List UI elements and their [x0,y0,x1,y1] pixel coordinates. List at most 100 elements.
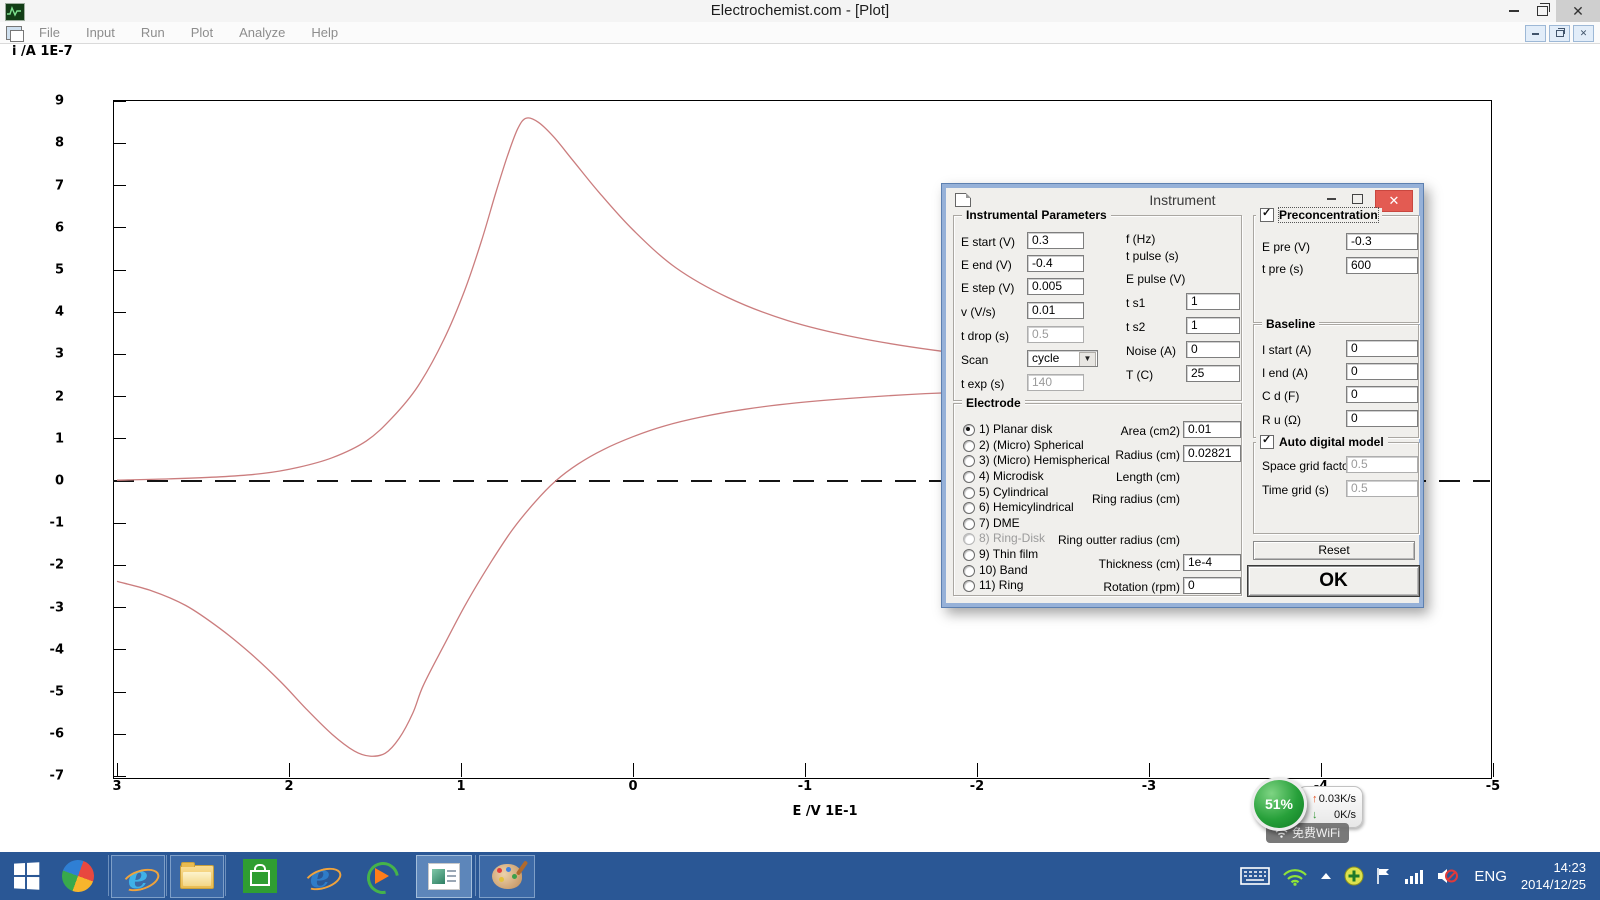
field-label: t pulse (s) [1126,248,1179,264]
t-pre-input[interactable]: 600 [1346,257,1418,274]
radio-cylindrical[interactable] [963,487,975,499]
field-label: t s1 [1126,295,1145,311]
taskbar-360-browser-icon[interactable] [58,852,98,900]
taskbar-ie-desktop-icon[interactable]: e [298,852,342,900]
dialog-maximize-button[interactable] [1345,190,1369,208]
radio-dme[interactable] [963,518,975,530]
group-title: Auto digital model [1279,435,1384,449]
wifi-status-icon[interactable] [1282,866,1308,886]
ru-input[interactable]: 0 [1346,410,1418,427]
i-end-input[interactable]: 0 [1346,363,1418,380]
field-label: T (C) [1126,367,1153,383]
time-grid-input[interactable]: 0.5 [1346,480,1418,497]
dialog-minimize-button[interactable] [1319,190,1343,208]
e-step-input[interactable]: 0.005 [1027,278,1084,295]
radio-ring[interactable] [963,580,975,592]
i-start-input[interactable]: 0 [1346,340,1418,357]
temperature-input[interactable]: 25 [1186,365,1240,382]
download-arrow-icon: ↓ [1312,807,1318,823]
touch-keyboard-icon[interactable] [1240,866,1270,886]
group-title: Instrumental Parameters [962,208,1111,222]
time: 14:23 [1521,859,1586,876]
download-speed: 0K/s [1334,807,1356,823]
radius-input[interactable]: 0.02821 [1183,445,1241,462]
t-exp-input[interactable]: 140 [1027,374,1084,391]
scan-rate-input[interactable]: 0.01 [1027,302,1084,319]
scan-mode-dropdown[interactable]: cycle ▼ [1027,350,1098,367]
field-label: E step (V) [961,280,1014,296]
start-button[interactable] [6,852,46,900]
rotation-input[interactable]: 0 [1183,577,1241,594]
memory-usage-ball[interactable]: 51% [1251,777,1307,831]
radio-micro-spherical[interactable] [963,440,975,452]
cd-input[interactable]: 0 [1346,386,1418,403]
field-label: E pulse (V) [1126,271,1185,287]
radio-thin-film[interactable] [963,549,975,561]
field-label: C d (F) [1262,388,1299,404]
field-label: Thickness (cm) [1014,556,1180,572]
radio-ring-disk [963,533,975,545]
field-label: E start (V) [961,234,1015,250]
reset-button[interactable]: Reset [1253,541,1415,560]
field-label: t drop (s) [961,328,1009,344]
t-s1-input[interactable]: 1 [1186,293,1240,310]
radio-band[interactable] [963,565,975,577]
field-label: Radius (cm) [1014,447,1180,463]
upload-speed: 0.03K/s [1319,791,1356,807]
group-baseline: Baseline I start (A) 0 I end (A) 0 C d (… [1253,324,1419,438]
radio-label: 7) DME [979,515,1020,531]
date: 2014/12/25 [1521,876,1586,893]
group-auto-digital-model: Auto digital model Space grid factor 0.5… [1253,442,1419,534]
free-wifi-label: 免费WiFi [1292,823,1340,843]
scan-mode-value: cycle [1032,351,1059,365]
group-electrode: Electrode 1) Planar disk 2) (Micro) Sphe… [953,403,1242,596]
area-input[interactable]: 0.01 [1183,421,1241,438]
windows-logo-icon [14,862,39,889]
language-indicator[interactable]: ENG [1474,868,1507,885]
radio-micro-hemispherical[interactable] [963,455,975,467]
noise-input[interactable]: 0 [1186,341,1240,358]
taskbar-file-explorer-icon[interactable] [170,855,224,898]
taskbar-internet-explorer-icon[interactable]: e [111,855,165,898]
upload-arrow-icon: ↑ [1312,791,1318,807]
taskbar-paint-icon[interactable] [479,855,535,898]
ok-button[interactable]: OK [1247,565,1420,597]
field-label: t s2 [1126,319,1145,335]
radio-planar-disk[interactable] [963,424,975,436]
chevron-down-icon[interactable]: ▼ [1079,352,1096,367]
e-pre-input[interactable]: -0.3 [1346,233,1418,250]
thickness-input[interactable]: 1e-4 [1183,554,1241,571]
taskbar-electrochemist-app-icon[interactable] [416,855,472,898]
volume-muted-icon[interactable] [1436,867,1458,885]
field-label: Length (cm) [1014,469,1180,485]
clock[interactable]: 14:23 2014/12/25 [1521,859,1586,893]
auto-digital-checkbox[interactable] [1260,435,1274,449]
action-center-flag-icon[interactable] [1376,867,1392,885]
field-label: Time grid (s) [1262,482,1329,498]
field-label: Ring outter radius (cm) [1014,532,1180,548]
field-label: Noise (A) [1126,343,1176,359]
taskbar-tencent-video-icon[interactable] [358,852,402,900]
t-s2-input[interactable]: 1 [1186,317,1240,334]
e-start-input[interactable]: 0.3 [1027,232,1084,249]
field-label: Scan [961,352,988,368]
antivirus-tray-icon[interactable] [1344,866,1364,886]
group-title: Electrode [962,396,1025,410]
group-instrumental-parameters: Instrumental Parameters E start (V) 0.3 … [953,215,1242,401]
field-label: Rotation (rpm) [1014,579,1180,595]
e-end-input[interactable]: -0.4 [1027,255,1084,272]
field-label: t exp (s) [961,376,1004,392]
preconcentration-checkbox[interactable] [1260,208,1274,222]
field-label: R u (Ω) [1262,412,1301,428]
radio-microdisk[interactable] [963,471,975,483]
t-drop-input[interactable]: 0.5 [1027,326,1084,343]
field-label: E end (V) [961,257,1012,273]
show-hidden-icons-button[interactable] [1320,872,1332,880]
signal-strength-icon[interactable] [1404,868,1424,884]
network-speed-panel: ↑0.03K/s ↓ 0K/s [1297,786,1363,828]
group-title: Preconcentration [1279,208,1378,222]
radio-hemicylindrical[interactable] [963,502,975,514]
memory-percent: 51% [1265,796,1293,812]
taskbar-windows-store-icon[interactable] [238,852,282,900]
space-grid-input[interactable]: 0.5 [1346,456,1418,473]
